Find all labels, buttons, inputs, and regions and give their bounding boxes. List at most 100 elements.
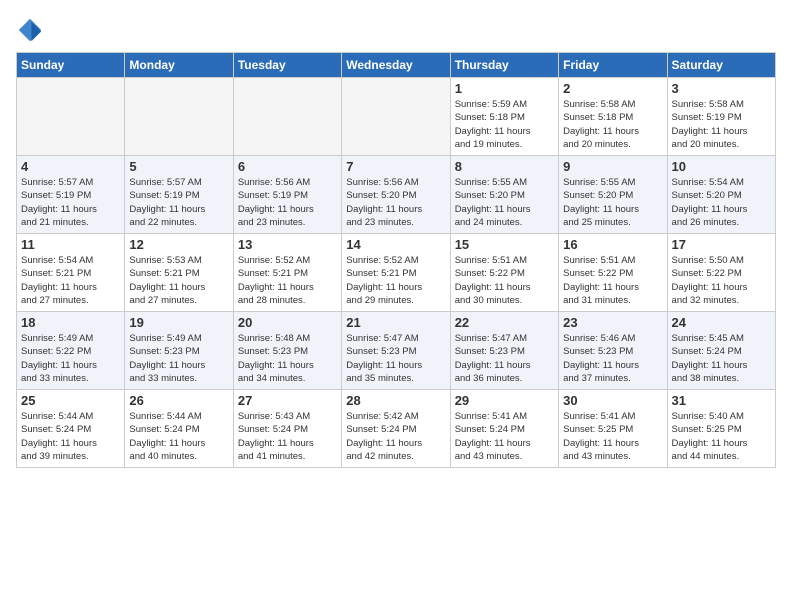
day-info: Sunrise: 5:41 AMSunset: 5:24 PMDaylight:… [455,410,554,463]
day-info: Sunrise: 5:46 AMSunset: 5:23 PMDaylight:… [563,332,662,385]
day-info: Sunrise: 5:59 AMSunset: 5:18 PMDaylight:… [455,98,554,151]
day-info: Sunrise: 5:47 AMSunset: 5:23 PMDaylight:… [455,332,554,385]
calendar-cell: 10Sunrise: 5:54 AMSunset: 5:20 PMDayligh… [667,156,775,234]
calendar-cell: 8Sunrise: 5:55 AMSunset: 5:20 PMDaylight… [450,156,558,234]
day-number: 18 [21,315,120,330]
day-info: Sunrise: 5:45 AMSunset: 5:24 PMDaylight:… [672,332,771,385]
day-number: 16 [563,237,662,252]
day-info: Sunrise: 5:57 AMSunset: 5:19 PMDaylight:… [21,176,120,229]
day-info: Sunrise: 5:58 AMSunset: 5:19 PMDaylight:… [672,98,771,151]
calendar-cell: 11Sunrise: 5:54 AMSunset: 5:21 PMDayligh… [17,234,125,312]
col-header-monday: Monday [125,53,233,78]
day-info: Sunrise: 5:43 AMSunset: 5:24 PMDaylight:… [238,410,337,463]
day-number: 1 [455,81,554,96]
calendar-cell [125,78,233,156]
day-number: 15 [455,237,554,252]
col-header-thursday: Thursday [450,53,558,78]
day-info: Sunrise: 5:54 AMSunset: 5:21 PMDaylight:… [21,254,120,307]
day-number: 26 [129,393,228,408]
calendar-cell: 7Sunrise: 5:56 AMSunset: 5:20 PMDaylight… [342,156,450,234]
calendar-cell: 26 Sunrise: 5:44 AMSunset: 5:24 PMDayligh… [125,390,233,468]
calendar-cell: 20 Sunrise: 5:48 AMSunset: 5:23 PMDayligh… [233,312,341,390]
day-info: Sunrise: 5:49 AMSunset: 5:22 PMDaylight:… [21,332,120,385]
col-header-sunday: Sunday [17,53,125,78]
day-number: 6 [238,159,337,174]
day-info: Sunrise: 5:40 AMSunset: 5:25 PMDaylight:… [672,410,771,463]
calendar-cell: 3 Sunrise: 5:58 AMSunset: 5:19 PMDaylight… [667,78,775,156]
calendar-cell: 30 Sunrise: 5:41 AMSunset: 5:25 PMDayligh… [559,390,667,468]
day-number: 24 [672,315,771,330]
day-info: Sunrise: 5:49 AMSunset: 5:23 PMDaylight:… [129,332,228,385]
day-number: 19 [129,315,228,330]
day-number: 25 [21,393,120,408]
calendar-cell [233,78,341,156]
day-info: Sunrise: 5:44 AMSunset: 5:24 PMDaylight:… [21,410,120,463]
day-number: 12 [129,237,228,252]
day-info: Sunrise: 5:51 AMSunset: 5:22 PMDaylight:… [563,254,662,307]
logo [16,16,48,44]
day-number: 30 [563,393,662,408]
day-number: 29 [455,393,554,408]
day-info: Sunrise: 5:56 AMSunset: 5:19 PMDaylight:… [238,176,337,229]
day-number: 4 [21,159,120,174]
day-number: 2 [563,81,662,96]
logo-icon [16,16,44,44]
week-row: 11Sunrise: 5:54 AMSunset: 5:21 PMDayligh… [17,234,776,312]
calendar-cell: 16 Sunrise: 5:51 AMSunset: 5:22 PMDayligh… [559,234,667,312]
day-info: Sunrise: 5:48 AMSunset: 5:23 PMDaylight:… [238,332,337,385]
col-header-wednesday: Wednesday [342,53,450,78]
day-number: 10 [672,159,771,174]
calendar-cell: 22 Sunrise: 5:47 AMSunset: 5:23 PMDayligh… [450,312,558,390]
calendar-cell: 17 Sunrise: 5:50 AMSunset: 5:22 PMDayligh… [667,234,775,312]
day-info: Sunrise: 5:41 AMSunset: 5:25 PMDaylight:… [563,410,662,463]
day-info: Sunrise: 5:55 AMSunset: 5:20 PMDaylight:… [455,176,554,229]
day-info: Sunrise: 5:50 AMSunset: 5:22 PMDaylight:… [672,254,771,307]
calendar-cell: 6 Sunrise: 5:56 AMSunset: 5:19 PMDaylight… [233,156,341,234]
week-row: 1 Sunrise: 5:59 AMSunset: 5:18 PMDaylight… [17,78,776,156]
calendar-cell: 25 Sunrise: 5:44 AMSunset: 5:24 PMDayligh… [17,390,125,468]
calendar-cell: 31 Sunrise: 5:40 AMSunset: 5:25 PMDayligh… [667,390,775,468]
day-number: 27 [238,393,337,408]
day-info: Sunrise: 5:51 AMSunset: 5:22 PMDaylight:… [455,254,554,307]
day-number: 21 [346,315,445,330]
day-number: 28 [346,393,445,408]
calendar-cell: 1 Sunrise: 5:59 AMSunset: 5:18 PMDaylight… [450,78,558,156]
calendar-cell: 18 Sunrise: 5:49 AMSunset: 5:22 PMDayligh… [17,312,125,390]
calendar-cell: 28 Sunrise: 5:42 AMSunset: 5:24 PMDayligh… [342,390,450,468]
calendar-cell: 19 Sunrise: 5:49 AMSunset: 5:23 PMDayligh… [125,312,233,390]
day-info: Sunrise: 5:44 AMSunset: 5:24 PMDaylight:… [129,410,228,463]
day-number: 14 [346,237,445,252]
calendar-cell: 24 Sunrise: 5:45 AMSunset: 5:24 PMDayligh… [667,312,775,390]
day-number: 31 [672,393,771,408]
day-number: 5 [129,159,228,174]
col-header-tuesday: Tuesday [233,53,341,78]
calendar-cell [342,78,450,156]
day-info: Sunrise: 5:52 AMSunset: 5:21 PMDaylight:… [238,254,337,307]
week-row: 18 Sunrise: 5:49 AMSunset: 5:22 PMDayligh… [17,312,776,390]
day-number: 23 [563,315,662,330]
header-row: SundayMondayTuesdayWednesdayThursdayFrid… [17,53,776,78]
day-info: Sunrise: 5:47 AMSunset: 5:23 PMDaylight:… [346,332,445,385]
week-row: 4 Sunrise: 5:57 AMSunset: 5:19 PMDaylight… [17,156,776,234]
day-info: Sunrise: 5:42 AMSunset: 5:24 PMDaylight:… [346,410,445,463]
calendar-cell: 9Sunrise: 5:55 AMSunset: 5:20 PMDaylight… [559,156,667,234]
day-number: 20 [238,315,337,330]
day-info: Sunrise: 5:58 AMSunset: 5:18 PMDaylight:… [563,98,662,151]
page-header [16,16,776,44]
calendar-cell: 13Sunrise: 5:52 AMSunset: 5:21 PMDayligh… [233,234,341,312]
col-header-friday: Friday [559,53,667,78]
day-number: 22 [455,315,554,330]
day-info: Sunrise: 5:52 AMSunset: 5:21 PMDaylight:… [346,254,445,307]
day-number: 17 [672,237,771,252]
calendar-cell: 2 Sunrise: 5:58 AMSunset: 5:18 PMDaylight… [559,78,667,156]
calendar-cell: 23 Sunrise: 5:46 AMSunset: 5:23 PMDayligh… [559,312,667,390]
calendar-cell: 27 Sunrise: 5:43 AMSunset: 5:24 PMDayligh… [233,390,341,468]
day-number: 3 [672,81,771,96]
calendar-cell [17,78,125,156]
calendar-table: SundayMondayTuesdayWednesdayThursdayFrid… [16,52,776,468]
calendar-cell: 14 Sunrise: 5:52 AMSunset: 5:21 PMDayligh… [342,234,450,312]
calendar-cell: 29 Sunrise: 5:41 AMSunset: 5:24 PMDayligh… [450,390,558,468]
col-header-saturday: Saturday [667,53,775,78]
day-number: 7 [346,159,445,174]
calendar-cell: 15 Sunrise: 5:51 AMSunset: 5:22 PMDayligh… [450,234,558,312]
